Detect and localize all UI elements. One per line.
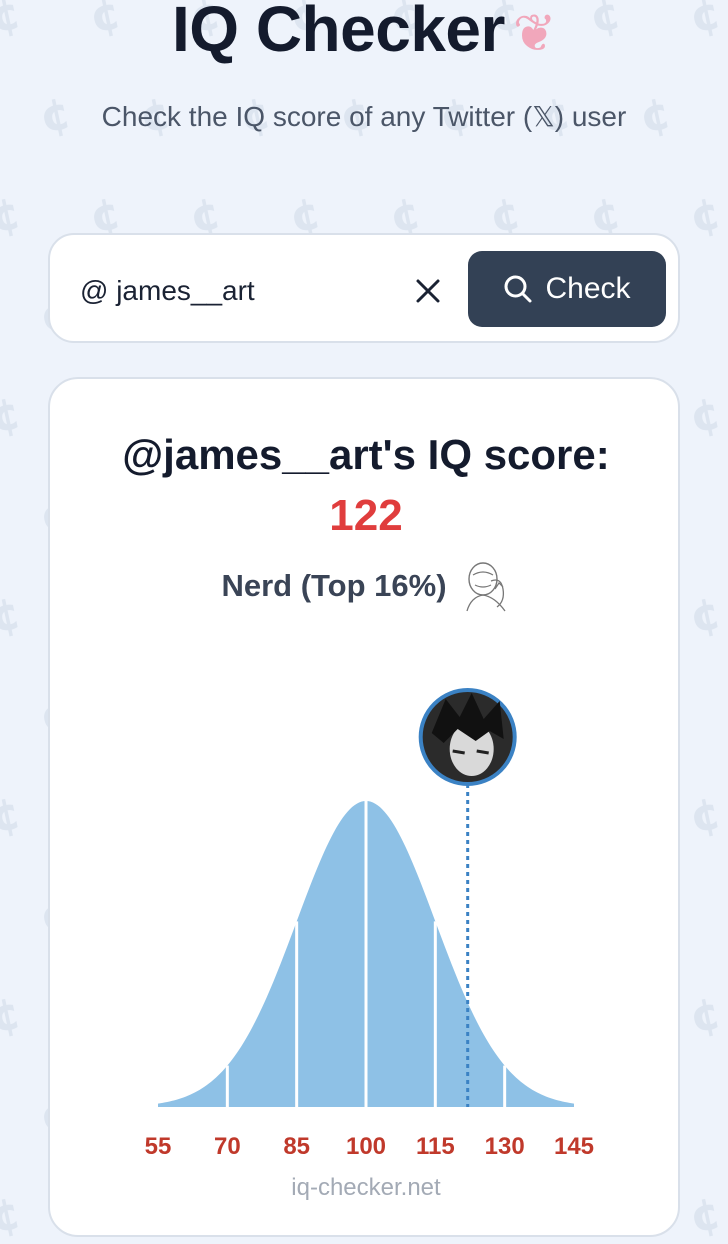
- check-button[interactable]: Check: [468, 251, 666, 327]
- x-tick-label-130: 130: [485, 1133, 525, 1160]
- page-subtitle: Check the IQ score of any Twitter (𝕏) us…: [101, 101, 627, 132]
- background-watermark-icon: ¢: [0, 587, 26, 644]
- x-tick-label-100: 100: [346, 1133, 386, 1160]
- background-watermark-icon: ¢: [685, 187, 726, 244]
- iq-distribution-chart: 55 70 85 100 115 130 145: [145, 688, 594, 1160]
- user-avatar: [418, 688, 517, 786]
- x-axis-tick-labels: 55 70 85 100 115 130 145: [145, 1133, 594, 1160]
- background-watermark-icon: ¢: [0, 787, 26, 844]
- footer-site-label: iq-checker.net: [291, 1174, 441, 1201]
- x-tick-label-85: 85: [283, 1133, 310, 1160]
- background-watermark-icon: ¢: [685, 1187, 726, 1244]
- title-text: IQ Checker: [171, 0, 505, 65]
- search-icon: [504, 275, 532, 303]
- background-watermark-icon: ¢: [0, 387, 26, 444]
- x-tick-label-145: 145: [554, 1133, 594, 1160]
- check-button-label: Check: [545, 272, 631, 305]
- x-tick-label-70: 70: [214, 1133, 241, 1160]
- background-watermark-icon: ¢: [685, 987, 726, 1044]
- close-icon: [416, 279, 440, 303]
- avatar-eye-2: [476, 749, 489, 755]
- avatar-eye-1: [452, 749, 465, 755]
- x-tick-label-115: 115: [416, 1133, 455, 1160]
- background-watermark-icon: ¢: [0, 187, 26, 244]
- background-watermark-icon: ¢: [685, 787, 726, 844]
- result-card: @james__art's IQ score: 122 Nerd (Top 16…: [48, 377, 680, 1237]
- background-watermark-icon: ¢: [685, 587, 726, 644]
- brain-icon: ❦: [512, 4, 557, 64]
- search-card: Check: [48, 233, 680, 343]
- background-watermark-icon: ¢: [0, 987, 26, 1044]
- background-watermark-icon: ¢: [0, 1187, 26, 1244]
- background-watermark-icon: ¢: [685, 387, 726, 444]
- username-input[interactable]: [80, 271, 380, 311]
- clear-button[interactable]: [406, 269, 450, 313]
- x-tick-label-55: 55: [145, 1133, 172, 1160]
- page-title: IQ Checker ❦: [0, 0, 728, 66]
